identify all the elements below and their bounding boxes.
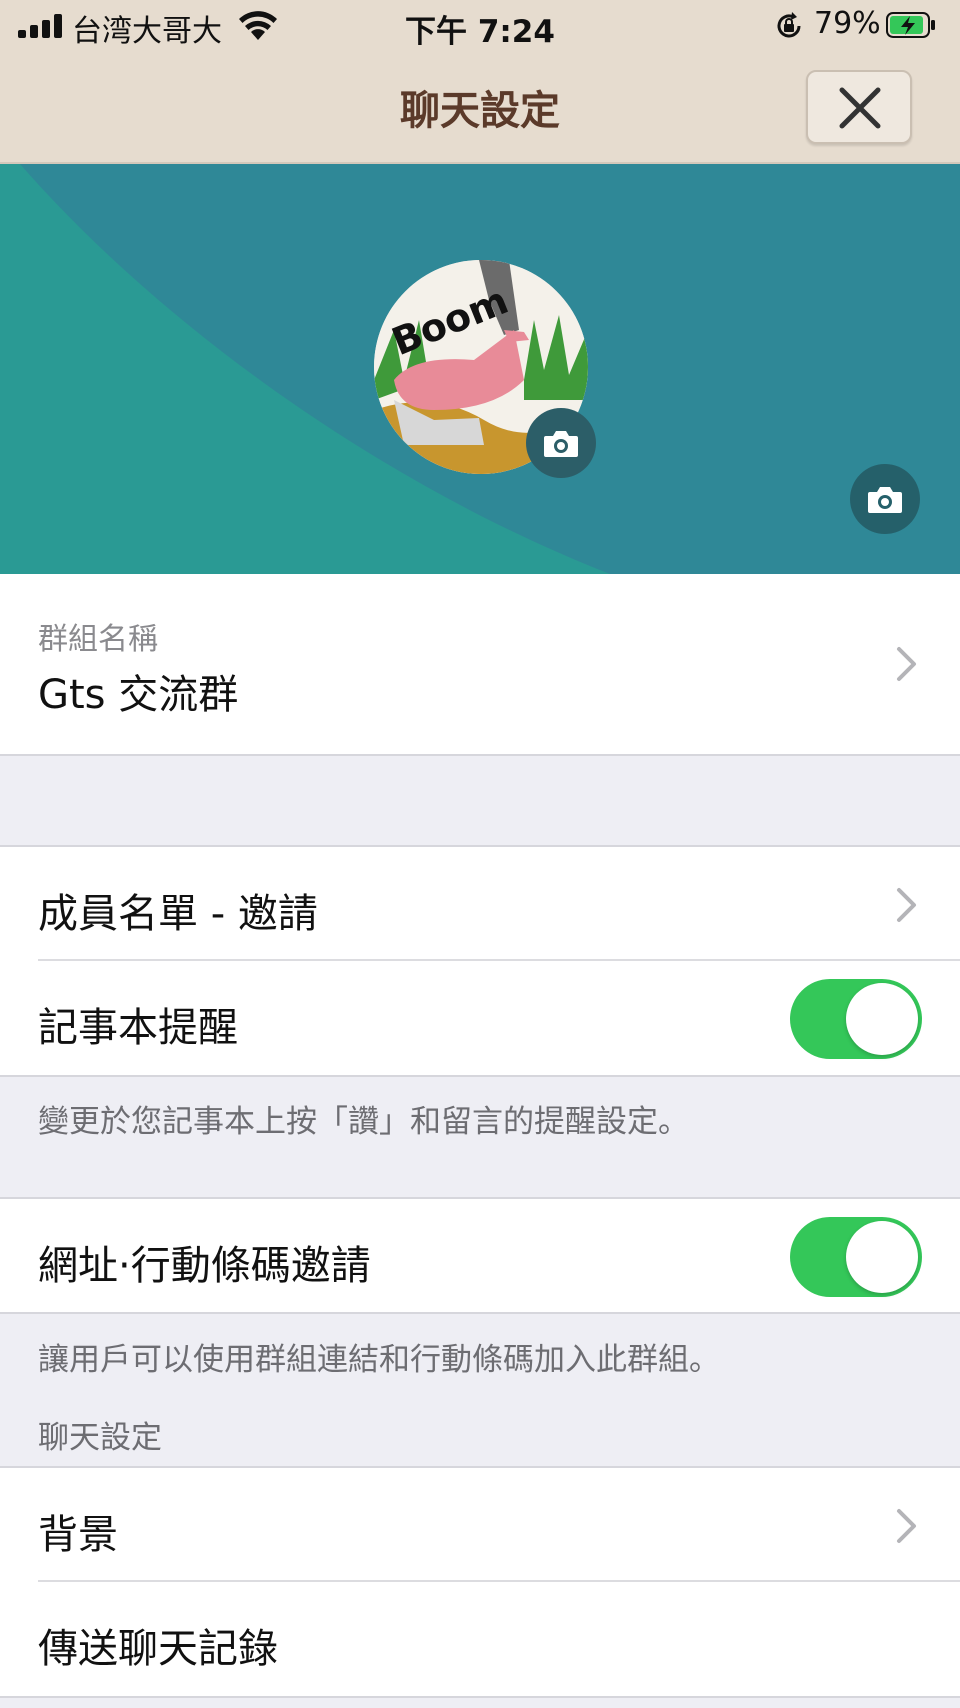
send-chat-history-label[interactable]: 傳送聊天記錄 xyxy=(38,1616,278,1674)
row-divider xyxy=(38,959,960,961)
section-separator xyxy=(0,754,960,756)
close-icon xyxy=(839,87,881,129)
chevron-right-icon[interactable] xyxy=(896,1508,918,1544)
section-separator xyxy=(0,1696,960,1698)
status-bar: 台湾大哥大 下午 7:24 79% xyxy=(0,0,960,52)
chat-settings-screen: 台湾大哥大 下午 7:24 79% 聊天設定 Boom 群組名稱 Gts 交流群… xyxy=(0,0,960,1708)
chevron-right-icon xyxy=(897,647,916,681)
group-name-value: Gts 交流群 xyxy=(38,672,239,718)
top-bar: 台湾大哥大 下午 7:24 79% 聊天設定 xyxy=(0,0,960,164)
battery-icon xyxy=(886,12,935,38)
rotation-lock-icon xyxy=(777,12,801,38)
close-button[interactable] xyxy=(806,70,912,144)
chat-settings-section: 背景 傳送聊天記錄 xyxy=(0,1468,960,1696)
url-invite-description: 讓用戶可以使用群組連結和行動條碼加入此群組。 xyxy=(38,1342,720,1378)
group-name-label: 群組名稱 xyxy=(38,622,158,657)
notes-reminder-description: 變更於您記事本上按「讚」和留言的提醒設定。 xyxy=(38,1104,689,1140)
toggle-knob xyxy=(846,983,918,1055)
notes-reminder-label: 記事本提醒 xyxy=(38,1005,238,1051)
url-invite-row: 網址·行動條碼邀請 xyxy=(0,1199,960,1312)
members-invite-label[interactable]: 成員名單 - 邀請 xyxy=(38,881,318,939)
avatar-camera-button[interactable] xyxy=(526,408,596,478)
background-label[interactable]: 背景 xyxy=(38,1502,118,1560)
url-invite-toggle[interactable] xyxy=(790,1217,922,1297)
chevron-right-icon[interactable] xyxy=(896,887,918,923)
notes-reminder-toggle[interactable] xyxy=(790,979,922,1059)
chat-settings-section-header: 聊天設定 xyxy=(38,1420,162,1456)
section-separator xyxy=(0,1312,960,1314)
group-name-row[interactable]: 群組名稱 Gts 交流群 xyxy=(0,574,960,754)
row-divider xyxy=(38,1580,960,1582)
camera-icon xyxy=(868,487,902,513)
battery-percentage: 79% xyxy=(814,6,881,41)
cover-camera-button[interactable] xyxy=(850,464,920,534)
section-separator xyxy=(0,1075,960,1077)
members-section: 成員名單 - 邀請 記事本提醒 xyxy=(0,847,960,1075)
camera-icon xyxy=(544,431,578,457)
cover-area[interactable]: Boom xyxy=(0,164,960,574)
url-invite-label: 網址·行動條碼邀請 xyxy=(38,1243,371,1289)
toggle-knob xyxy=(846,1221,918,1293)
